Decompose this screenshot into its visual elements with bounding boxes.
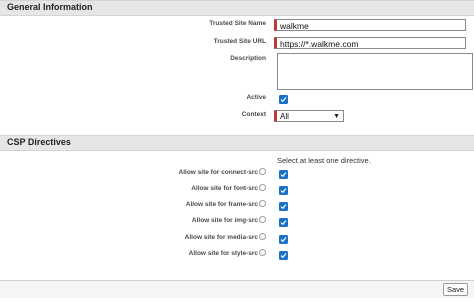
- checkmark-icon: [280, 172, 287, 178]
- help-info-icon[interactable]: [259, 184, 266, 191]
- csp-directives-title: CSP Directives: [7, 137, 71, 147]
- help-info-icon[interactable]: [259, 249, 266, 256]
- context-select[interactable]: All ▼: [274, 110, 344, 122]
- csp-directives-header: CSP Directives: [0, 135, 474, 151]
- directive-label-img-src: Allow site for img-src: [192, 216, 266, 224]
- footer-bar: [0, 280, 474, 298]
- help-info-icon[interactable]: [259, 216, 266, 223]
- checkmark-icon: [280, 188, 287, 194]
- general-information-title: General Information: [7, 2, 93, 12]
- trusted-site-url-input[interactable]: https://*.walkme.com: [274, 37, 466, 49]
- trusted-site-url-label: Trusted Site URL: [213, 38, 266, 45]
- directive-checkbox-connect-src[interactable]: [279, 170, 288, 179]
- checkmark-icon: [280, 97, 287, 103]
- directive-instruction: Select at least one directive.: [277, 156, 371, 165]
- context-select-value: All: [280, 112, 289, 121]
- directive-checkbox-font-src[interactable]: [279, 186, 288, 195]
- active-checkbox[interactable]: [279, 95, 288, 104]
- directive-checkbox-frame-src[interactable]: [279, 202, 288, 211]
- directive-label-font-src: Allow site for font-src: [191, 184, 266, 192]
- help-info-icon[interactable]: [259, 233, 266, 240]
- directive-label-style-src: Allow site for style-src: [189, 249, 266, 257]
- description-textarea[interactable]: [277, 53, 473, 90]
- trusted-site-name-label: Trusted Site Name: [209, 20, 266, 27]
- directive-label-media-src: Allow site for media-src: [185, 233, 266, 241]
- directive-label-connect-src: Allow site for connect-src: [179, 168, 266, 176]
- trusted-site-name-input[interactable]: walkme: [274, 19, 466, 31]
- active-label: Active: [246, 94, 266, 101]
- help-info-icon[interactable]: [259, 200, 266, 207]
- checkmark-icon: [280, 220, 287, 226]
- checkmark-icon: [280, 253, 287, 259]
- checkmark-icon: [280, 204, 287, 210]
- chevron-down-icon: ▼: [333, 113, 340, 120]
- directive-label-frame-src: Allow site for frame-src: [186, 200, 266, 208]
- description-label: Description: [230, 55, 266, 62]
- general-information-header: General Information: [0, 0, 474, 16]
- directive-checkbox-style-src[interactable]: [279, 251, 288, 260]
- save-button[interactable]: Save: [443, 283, 468, 296]
- directive-checkbox-img-src[interactable]: [279, 218, 288, 227]
- context-label: Context: [241, 111, 266, 118]
- checkmark-icon: [280, 237, 287, 243]
- help-info-icon[interactable]: [259, 168, 266, 175]
- directive-checkbox-media-src[interactable]: [279, 235, 288, 244]
